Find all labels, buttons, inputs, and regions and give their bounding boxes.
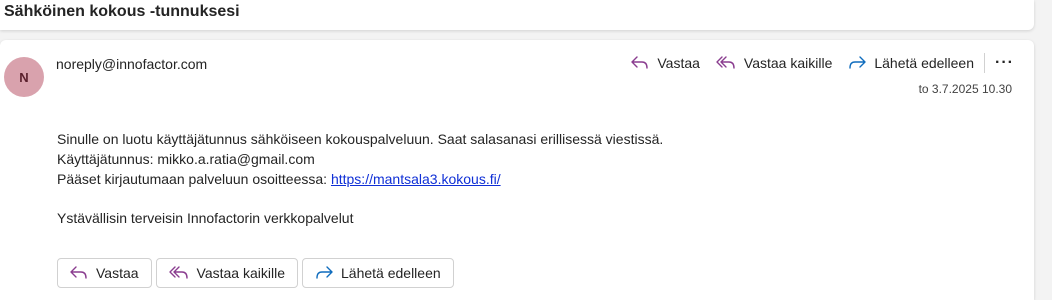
body-line-3: Pääset kirjautumaan palveluun osoitteess…: [57, 169, 663, 189]
sender-avatar[interactable]: N: [4, 57, 44, 97]
more-actions-button[interactable]: ···: [995, 55, 1014, 71]
reply-all-button[interactable]: Vastaa kaikille: [716, 55, 832, 71]
reply-all-icon: [168, 266, 188, 279]
service-link[interactable]: https://mantsala3.kokous.fi/: [331, 171, 501, 187]
email-subject: Sähköinen kokous -tunnuksesi: [4, 3, 240, 20]
forward-icon: [316, 266, 333, 279]
body-line-2: Käyttäjätunnus: mikko.a.ratia@gmail.com: [57, 151, 315, 167]
actions-divider: [984, 53, 986, 73]
bottom-forward-label: Lähetä edelleen: [341, 265, 441, 281]
bottom-reply-button[interactable]: Vastaa: [57, 258, 152, 288]
body-signature: Ystävällisin terveisin Innofactorin verk…: [57, 210, 354, 226]
reply-all-icon: [716, 56, 735, 69]
bottom-reply-all-button[interactable]: Vastaa kaikille: [155, 258, 298, 288]
forward-button[interactable]: Lähetä edelleen: [848, 55, 974, 71]
forward-label: Lähetä edelleen: [874, 55, 975, 71]
header-actions: Vastaa Vastaa kaikille Lähetä edelleen ·…: [615, 52, 1014, 74]
bottom-reply-label: Vastaa: [96, 265, 139, 281]
reply-icon: [70, 266, 87, 279]
message-date: to 3.7.2025 10.30: [918, 82, 1012, 96]
reply-label: Vastaa: [657, 55, 700, 71]
bottom-reply-all-label: Vastaa kaikille: [196, 265, 285, 281]
reply-all-label: Vastaa kaikille: [743, 55, 833, 71]
reply-icon: [631, 56, 649, 69]
forward-icon: [849, 56, 867, 69]
reply-button[interactable]: Vastaa: [631, 55, 700, 71]
sender-address[interactable]: noreply@innofactor.com: [56, 56, 207, 72]
body-line-3-prefix: Pääset kirjautumaan palveluun osoitteess…: [57, 171, 331, 187]
subject-bar: Sähköinen kokous -tunnuksesi: [0, 0, 1034, 30]
bottom-actions: Vastaa Vastaa kaikille Lähetä edelleen: [57, 258, 458, 288]
bottom-forward-button[interactable]: Lähetä edelleen: [302, 258, 454, 288]
body-line-1: Sinulle on luotu käyttäjätunnus sähköise…: [57, 131, 664, 147]
message-card: N noreply@innofactor.com Vastaa Vastaa k…: [0, 40, 1034, 300]
message-body: Sinulle on luotu käyttäjätunnus sähköise…: [57, 129, 663, 228]
